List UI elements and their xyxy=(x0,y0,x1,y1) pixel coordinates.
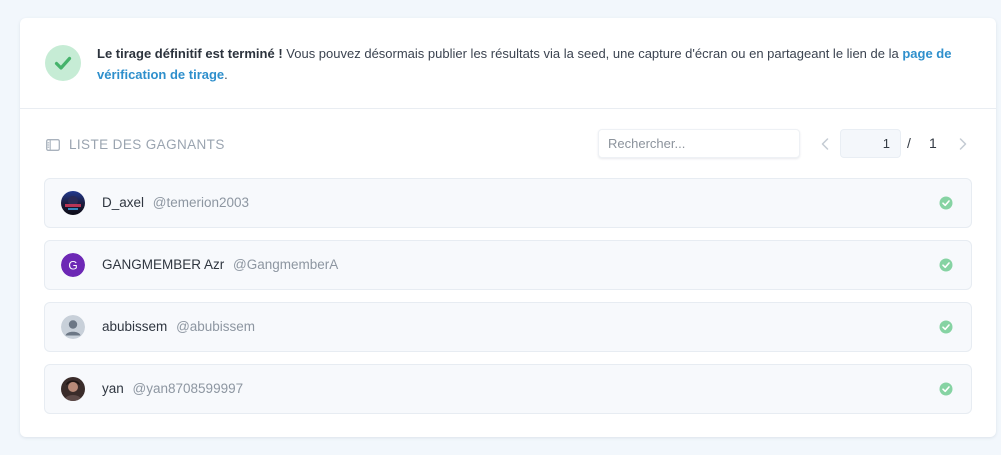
previous-page-button[interactable] xyxy=(815,134,835,154)
winner-display-name: abubissem xyxy=(102,319,168,334)
winner-display-name: GANGMEMBER Azr xyxy=(102,257,225,272)
notice-end: . xyxy=(224,67,228,82)
winner-name: D_axel @temerion2003 xyxy=(102,195,249,210)
chevron-left-icon xyxy=(821,138,829,150)
list-title-label: LISTE DES GAGNANTS xyxy=(69,137,225,152)
avatar xyxy=(61,191,85,215)
current-page-input[interactable] xyxy=(840,129,901,158)
winner-display-name: D_axel xyxy=(102,195,145,210)
winner-row[interactable]: yan @yan8708599997 xyxy=(44,364,972,414)
winners-card: Le tirage définitif est terminé ! Vous p… xyxy=(20,18,996,437)
success-check-icon xyxy=(45,45,81,81)
page-separator: / xyxy=(907,135,911,151)
winner-name: abubissem @abubissem xyxy=(102,319,255,334)
list-icon xyxy=(46,138,60,151)
check-circle-icon xyxy=(939,320,953,334)
check-circle-icon xyxy=(939,258,953,272)
winner-name: yan @yan8708599997 xyxy=(102,381,243,396)
default-user-icon xyxy=(61,315,85,339)
winner-display-name: yan xyxy=(102,381,124,396)
winner-name: GANGMEMBER Azr @GangmemberA xyxy=(102,257,338,272)
total-pages: 1 xyxy=(929,135,937,151)
avatar-initial: G xyxy=(68,258,77,272)
avatar: G xyxy=(61,253,85,277)
chevron-right-icon xyxy=(959,138,967,150)
check-circle-icon xyxy=(939,196,953,210)
winner-handle: @yan8708599997 xyxy=(132,381,244,396)
winner-row[interactable]: D_axel @temerion2003 xyxy=(44,178,972,228)
winner-handle: @abubissem xyxy=(176,319,256,334)
winner-handle: @GangmemberA xyxy=(233,257,339,272)
notice-message: Le tirage définitif est terminé ! Vous p… xyxy=(97,43,967,85)
list-title: LISTE DES GAGNANTS xyxy=(46,137,225,152)
search-input[interactable] xyxy=(598,129,800,158)
winner-row[interactable]: abubissem @abubissem xyxy=(44,302,972,352)
notice-title: Le tirage définitif est terminé ! xyxy=(97,46,283,61)
next-page-button[interactable] xyxy=(953,134,973,154)
avatar xyxy=(61,377,85,401)
draw-complete-notice: Le tirage définitif est terminé ! Vous p… xyxy=(20,18,996,109)
winners-list-header: LISTE DES GAGNANTS / 1 xyxy=(20,109,996,177)
notice-body: Vous pouvez désormais publier les résult… xyxy=(286,46,899,61)
winner-handle: @temerion2003 xyxy=(152,195,250,210)
winner-row[interactable]: G GANGMEMBER Azr @GangmemberA xyxy=(44,240,972,290)
check-circle-icon xyxy=(939,382,953,396)
